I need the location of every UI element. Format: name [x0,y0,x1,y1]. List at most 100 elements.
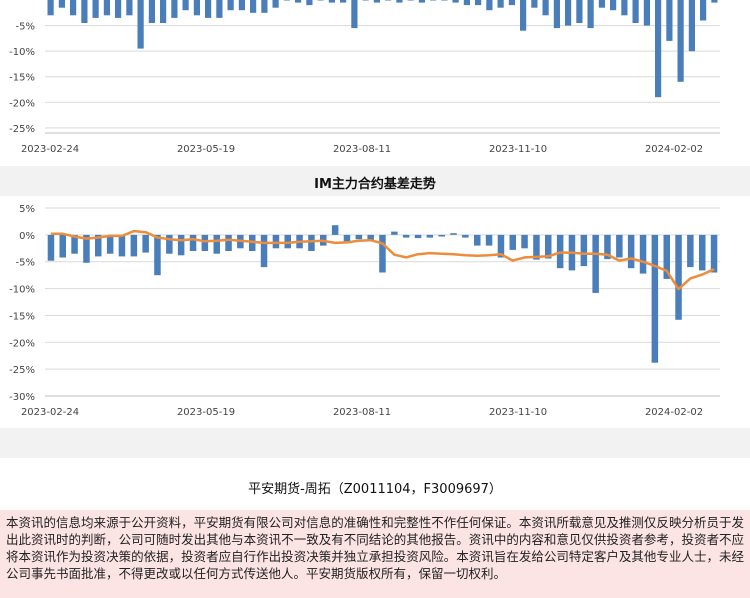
x-tick-label: 2023-05-19 [177,407,235,418]
top-chart-panel: -5% -10% -15% -20% -25% 2023-02-24 2023-05-19 2… [0,0,750,166]
bar [486,0,493,11]
bar [639,234,647,274]
bar [565,0,572,26]
bar [154,234,161,276]
bar [355,234,363,240]
bar [106,234,114,254]
analyst-signature: 平安期货-周拓（Z0011104，F3009697） [248,482,502,497]
y-tick-label: -25% [9,124,35,135]
bar [542,0,549,16]
y-tick-label: -5% [16,22,35,33]
bar [308,234,315,251]
y-tick-label: 5% [19,204,35,215]
x-tick-label: 2023-08-11 [333,407,391,418]
bar [509,234,516,250]
bar [553,0,560,29]
disclaimer-text: 本资讯的信息均来源于公开资料，平安期货有限公司对信息的准确性和完整性不作任何保证… [0,510,750,598]
bar [426,234,434,238]
x-tick-label: 2023-02-24 [21,144,79,155]
bar [317,0,324,1]
bar [576,0,583,23]
y-tick-label: -25% [9,365,35,376]
bar [687,234,694,268]
bar [160,0,167,23]
top-basis-chart: -5% -10% -15% -20% -25% 2023-02-24 2023-05-19 2… [9,0,720,155]
bar [677,0,684,82]
y-tick-label: -15% [9,73,35,84]
bar [462,234,469,238]
signature-area: 平安期货-周拓（Z0011104，F3009697） [0,458,750,510]
y-tick-label: -20% [9,98,35,109]
bar [531,0,538,8]
bar [402,234,410,238]
bar [438,234,445,237]
bar [391,231,398,235]
y-tick-label: -5% [16,258,35,269]
bar [343,234,351,242]
bar [373,0,380,3]
bar [189,234,197,251]
bar [441,0,448,1]
bar [396,0,403,3]
bar [59,234,66,258]
bar [70,0,77,16]
bar [227,0,234,11]
bar [418,0,425,3]
bar [508,0,515,6]
bar [118,234,126,257]
bar [148,0,155,23]
bar [463,0,470,6]
bar [610,0,617,11]
bar [675,234,682,320]
bar [171,0,178,18]
bar [521,234,528,249]
bar [47,0,54,16]
chart-title-bar: IM主力合约基差走势 [0,166,750,196]
bar [225,234,232,251]
bar [238,0,245,11]
bar [142,234,149,253]
bar [201,234,209,251]
bar [520,0,527,31]
x-tick-label: 2023-08-11 [333,144,391,155]
bar [452,0,459,3]
bar [306,0,313,6]
bar [261,0,268,13]
bar [47,234,55,261]
bar [362,0,369,1]
im-basis-chart: 5% 0% -5% -10% -15% -20% -25% -30% 2023-02-24 202… [9,204,720,418]
bar [193,0,200,16]
bar [385,0,392,1]
bar [651,234,659,363]
bar [283,0,290,1]
bar [115,0,122,18]
bottom-chart-panel: 5% 0% -5% -10% -15% -20% -25% -30% 2023-02-24 202… [0,196,750,428]
bar [497,0,504,8]
x-tick-label: 2023-11-10 [489,407,547,418]
bar [474,234,481,246]
x-tick-label: 2024-02-02 [645,144,703,155]
bar [592,234,599,293]
bar [475,0,482,6]
bar [213,234,220,254]
bar [331,225,339,235]
bar [621,0,628,16]
y-tick-label: -10% [9,285,35,296]
bar [407,0,414,1]
y-tick-label: -30% [9,392,35,403]
bar [485,234,493,246]
y-tick-label: -15% [9,311,35,322]
bar [699,234,706,271]
bar [182,0,189,11]
spacer-band [0,428,750,458]
bar [58,0,65,8]
bar [700,0,707,21]
bar [616,234,623,258]
bar [666,0,673,41]
bar [632,0,639,23]
bar [205,0,212,18]
bar [81,0,88,23]
bar [272,0,279,8]
y-tick-label: 0% [19,231,35,242]
bar [688,0,695,52]
